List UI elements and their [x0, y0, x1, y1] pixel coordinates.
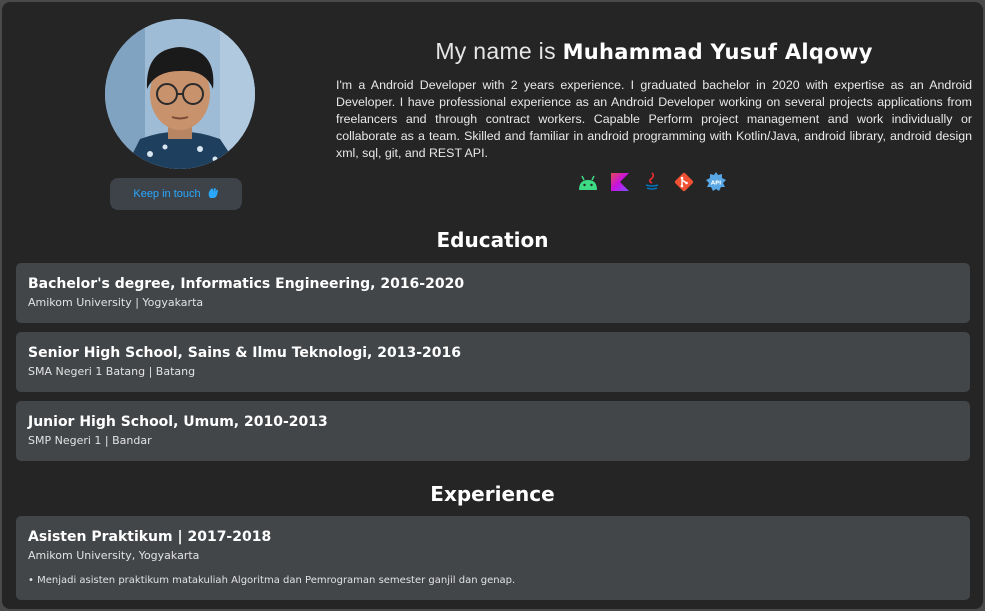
keep-in-touch-button[interactable]: Keep in touch	[110, 178, 242, 210]
education-heading: Education	[436, 228, 549, 252]
profile-name: Muhammad Yusuf Alqowy	[562, 40, 873, 64]
education-title: Bachelor's degree, Informatics Engineeri…	[28, 276, 465, 292]
git-icon	[672, 170, 696, 194]
keep-in-touch-label: Keep in touch	[133, 188, 201, 200]
education-place: SMA Negeri 1 Batang | Batang	[28, 365, 196, 378]
android-icon	[576, 170, 600, 194]
experience-heading: Experience	[430, 482, 555, 506]
experience-item: Asisten Praktikum | 2017-2018 Amikom Uni…	[16, 516, 970, 600]
education-item: Bachelor's degree, Informatics Engineeri…	[16, 263, 970, 323]
education-place: Amikom University | Yogyakarta	[28, 296, 204, 309]
title-prefix: My name is	[435, 38, 556, 64]
experience-bullet: • Menjadi asisten praktikum matakuliah A…	[28, 575, 516, 586]
svg-text:API: API	[711, 181, 721, 187]
education-item: Senior High School, Sains & Ilmu Teknolo…	[16, 332, 970, 392]
education-title: Junior High School, Umum, 2010-2013	[28, 414, 328, 430]
experience-title: Asisten Praktikum | 2017-2018	[28, 529, 272, 545]
page-title: My name is Muhammad Yusuf Alqowy	[336, 38, 972, 65]
kotlin-icon	[608, 170, 632, 194]
education-place: SMP Negeri 1 | Bandar	[28, 434, 152, 447]
portfolio-page: Keep in touch My name is Muhammad Yusuf …	[2, 2, 983, 609]
java-icon	[640, 170, 664, 194]
skills-icons: API	[576, 170, 728, 194]
education-title: Senior High School, Sains & Ilmu Teknolo…	[28, 345, 461, 361]
profile-avatar	[105, 19, 255, 169]
profile-bio: I'm a Android Developer with 2 years exp…	[336, 78, 972, 160]
experience-place: Amikom University, Yogyakarta	[28, 549, 200, 562]
education-item: Junior High School, Umum, 2010-2013 SMP …	[16, 401, 970, 461]
wave-hand-icon	[207, 187, 219, 202]
api-icon: API	[704, 170, 728, 194]
